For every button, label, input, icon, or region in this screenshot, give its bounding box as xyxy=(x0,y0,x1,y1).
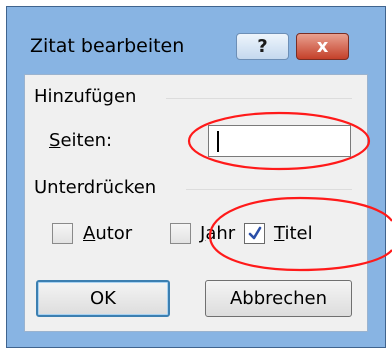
pages-label: Seiten: xyxy=(49,130,113,151)
ok-button[interactable]: OK xyxy=(36,280,170,317)
cancel-button[interactable]: Abbrechen xyxy=(205,280,352,317)
group-label-suppress: Unterdrücken xyxy=(34,177,157,198)
checkbox-label-jahr[interactable]: Jahr xyxy=(200,223,235,245)
close-button[interactable]: x xyxy=(296,33,349,60)
checkmark-icon xyxy=(248,226,262,240)
checkbox-titel[interactable] xyxy=(244,223,265,244)
group-divider-suppress xyxy=(186,189,352,190)
help-button[interactable]: ? xyxy=(236,33,289,60)
close-icon: x xyxy=(316,36,329,57)
pages-label-rest: eiten: xyxy=(60,130,113,151)
dialog-title: Zitat bearbeiten xyxy=(30,35,185,57)
help-icon: ? xyxy=(257,36,268,57)
checkbox-label-autor[interactable]: Autor xyxy=(83,223,132,245)
checkbox-autor[interactable] xyxy=(52,223,73,244)
group-divider-add xyxy=(166,98,352,99)
pages-input[interactable] xyxy=(208,125,351,157)
checkbox-label-titel[interactable]: Titel xyxy=(274,223,313,245)
checkbox-jahr[interactable] xyxy=(170,223,191,244)
group-label-add: Hinzufügen xyxy=(34,86,137,107)
text-caret xyxy=(217,131,219,152)
